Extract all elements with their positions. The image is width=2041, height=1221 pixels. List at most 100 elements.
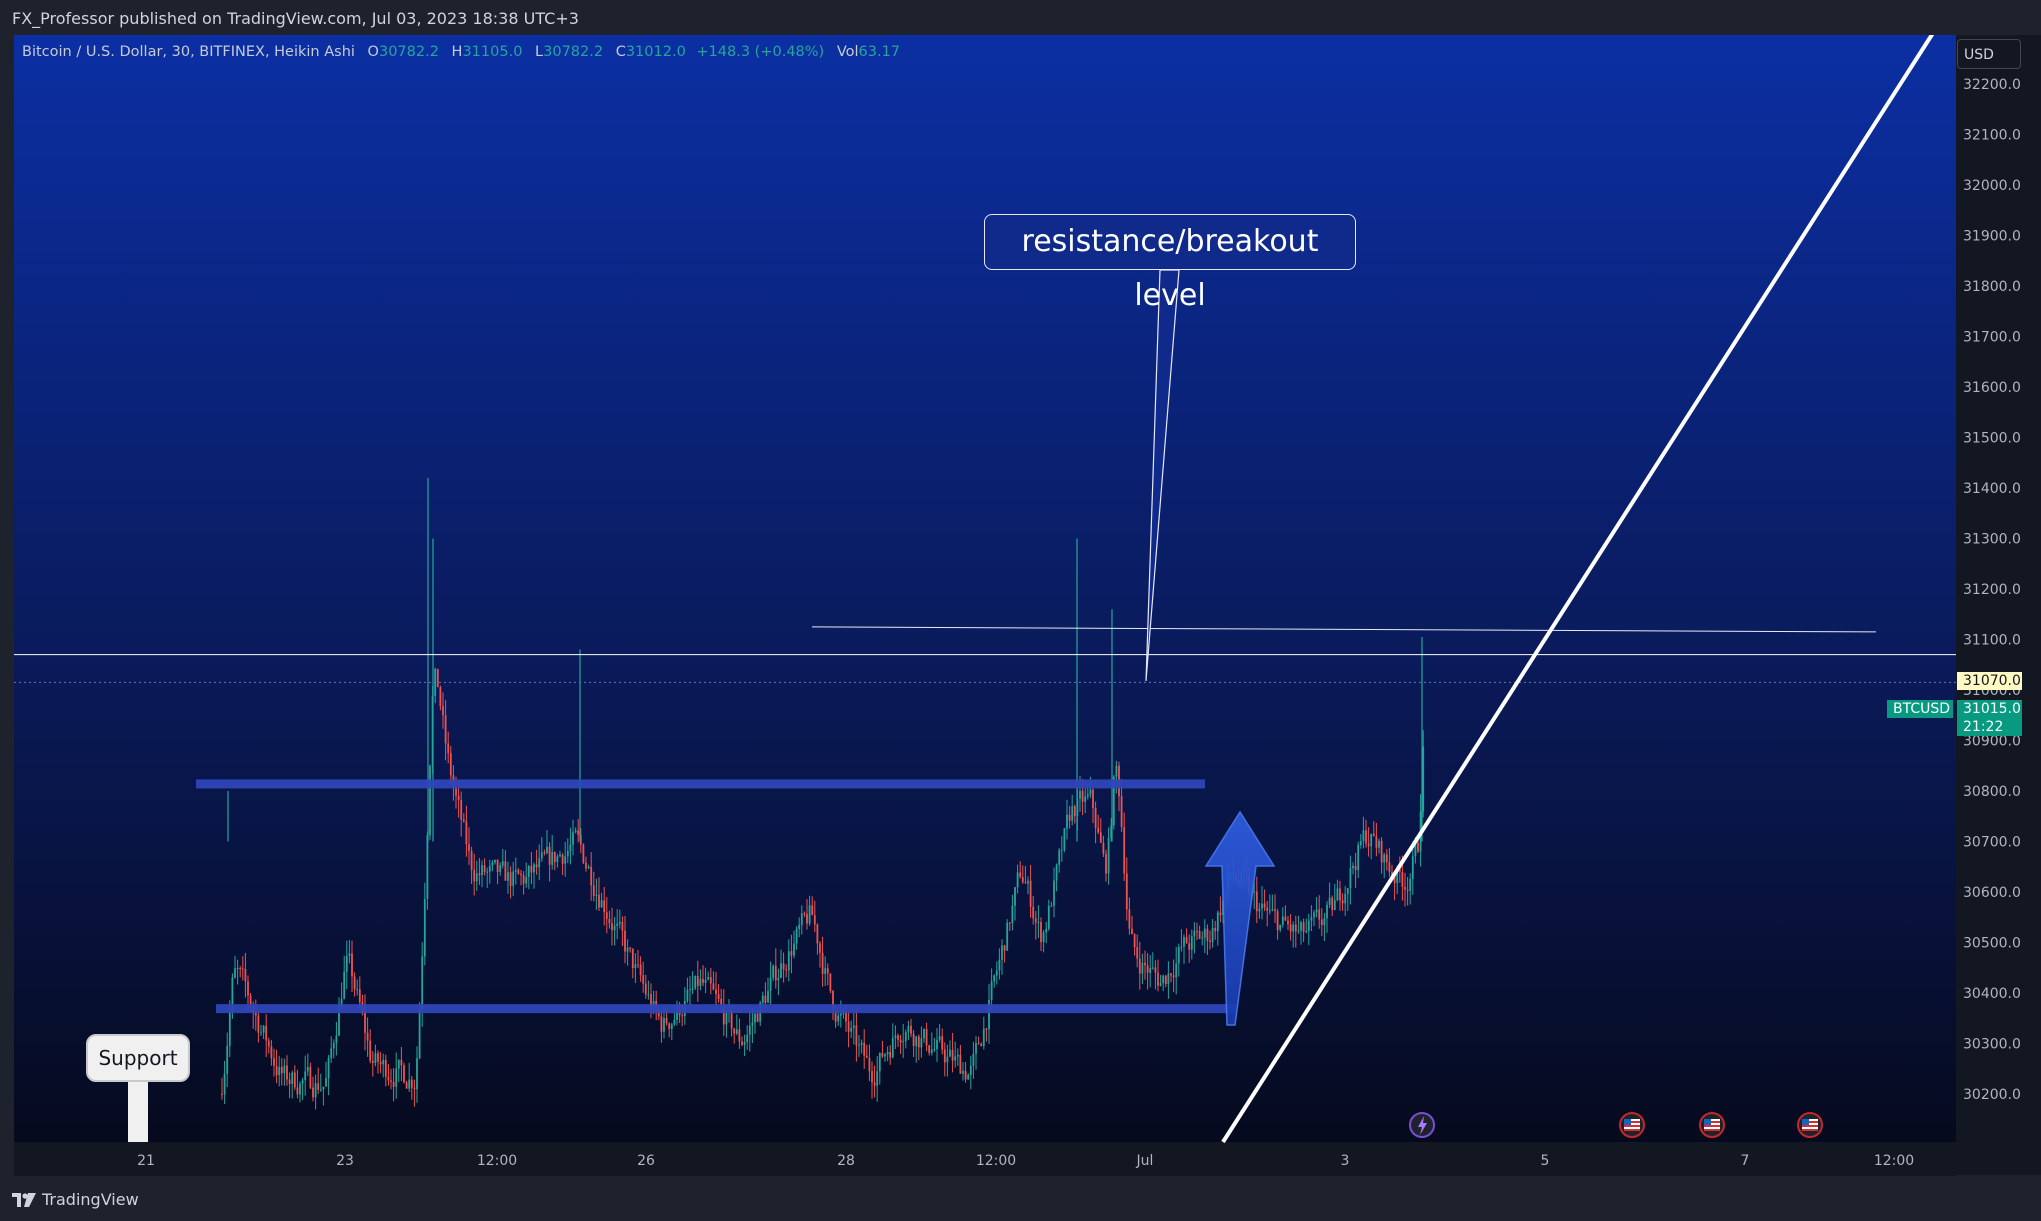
- candle-body: [390, 1080, 392, 1082]
- us-flag-event-icon[interactable]: [1797, 1112, 1823, 1138]
- candle-body: [886, 1051, 889, 1055]
- candle-body: [1219, 912, 1222, 915]
- candle-body: [468, 844, 470, 851]
- close-label: C: [615, 44, 626, 60]
- currency-selector[interactable]: USD: [1957, 39, 2021, 69]
- candle-body: [397, 1059, 400, 1069]
- candle-body: [855, 1025, 858, 1046]
- candle-body: [1071, 806, 1074, 821]
- candle-body: [743, 1042, 746, 1045]
- candle-body: [572, 832, 574, 845]
- candle-body: [387, 1076, 390, 1081]
- candle-body: [257, 1015, 260, 1033]
- candle-body: [1385, 854, 1388, 863]
- candle-body: [1164, 975, 1167, 985]
- candle-body: [824, 968, 827, 974]
- candle-body: [499, 865, 502, 873]
- candle-body: [1094, 808, 1097, 828]
- candle-body: [304, 1071, 307, 1081]
- candle-body: [491, 862, 494, 866]
- candle-body: [1206, 928, 1209, 941]
- candle-body: [1268, 910, 1271, 912]
- price-tick-label: 30600.0: [1963, 885, 2021, 901]
- flag-canton: [1802, 1119, 1809, 1125]
- candle-body: [598, 894, 600, 908]
- candle-body: [1274, 909, 1276, 912]
- time-tick-label: 21: [137, 1153, 155, 1169]
- candle-body: [1133, 934, 1136, 948]
- candle-body: [413, 1087, 416, 1090]
- candle-body: [1315, 909, 1318, 913]
- candle-body: [1333, 900, 1336, 910]
- candle-body: [829, 973, 832, 991]
- candle-body: [1209, 940, 1211, 943]
- candle-body: [1102, 842, 1105, 854]
- lightning-event-icon[interactable]: [1409, 1112, 1435, 1138]
- candle-body: [1063, 828, 1066, 850]
- candle-body: [501, 861, 504, 866]
- candle-body: [1055, 864, 1058, 881]
- candle-body: [959, 1054, 962, 1074]
- time-tick-label: 3: [1341, 1153, 1350, 1169]
- candle-body: [787, 951, 790, 971]
- candle-body: [561, 854, 564, 864]
- candle-body: [408, 1079, 411, 1089]
- candle-body: [720, 998, 723, 1005]
- candle-body: [548, 846, 551, 865]
- candle-body: [639, 964, 642, 976]
- candle-body: [826, 968, 829, 974]
- candle-body: [296, 1087, 299, 1095]
- candle-body: [288, 1079, 291, 1084]
- us-flag-event-icon[interactable]: [1619, 1112, 1645, 1138]
- plot-background: [14, 33, 1956, 1175]
- candle-body: [975, 1043, 977, 1054]
- candle-body: [725, 1011, 728, 1025]
- candle-body: [546, 846, 548, 854]
- candle-body: [624, 930, 626, 952]
- candle-body: [741, 1041, 743, 1045]
- resistance-callout[interactable]: resistance/breakout level: [984, 214, 1356, 313]
- candle-body: [1344, 893, 1347, 904]
- candle-body: [364, 1011, 366, 1033]
- candle-body: [267, 1040, 270, 1047]
- candle-body: [865, 1055, 868, 1058]
- flag-canton: [1704, 1119, 1711, 1125]
- candle-body: [1019, 872, 1022, 878]
- candle-body: [374, 1053, 377, 1064]
- candle-body: [1331, 897, 1334, 910]
- candle-body: [764, 995, 767, 1003]
- tradingview-brand[interactable]: TradingView: [12, 1190, 139, 1209]
- candle-body: [946, 1056, 949, 1063]
- candle-body: [273, 1058, 275, 1066]
- candle-body: [1162, 975, 1165, 983]
- candle-body: [514, 869, 517, 872]
- candle-body: [444, 715, 447, 744]
- candle-body: [403, 1065, 405, 1083]
- candle-body: [1289, 924, 1292, 932]
- us-flag-event-icon[interactable]: [1699, 1112, 1725, 1138]
- chart-canvas[interactable]: 32200.0 32100.0 32000.0 31900.0 31800.0 31700…: [0, 0, 2041, 1221]
- candle-body: [1188, 943, 1191, 950]
- symbol-legend[interactable]: Bitcoin / U.S. Dollar, 30, BITFINEX, Hei…: [22, 44, 900, 60]
- candle-body: [1326, 904, 1328, 919]
- candle-body: [910, 1025, 912, 1034]
- support-callout[interactable]: Support: [86, 1034, 190, 1082]
- candle-body: [1068, 814, 1071, 821]
- candle-body: [735, 1029, 738, 1034]
- candle-body: [868, 1057, 871, 1072]
- candle-body: [270, 1046, 273, 1059]
- candle-body: [889, 1051, 892, 1058]
- candle-body: [772, 965, 775, 978]
- candle-body: [221, 1094, 223, 1095]
- candle-body: [582, 844, 585, 863]
- candle-body: [951, 1049, 954, 1061]
- candle-body: [969, 1065, 972, 1075]
- price-tick-label: 31200.0: [1963, 582, 2021, 598]
- candle-body: [930, 1049, 933, 1053]
- price-tick-label: 30700.0: [1963, 835, 2021, 851]
- candle-body: [585, 862, 587, 869]
- candle-body: [967, 1074, 970, 1080]
- candle-body: [1370, 833, 1373, 847]
- candle-body: [392, 1081, 395, 1087]
- candle-body: [709, 977, 712, 984]
